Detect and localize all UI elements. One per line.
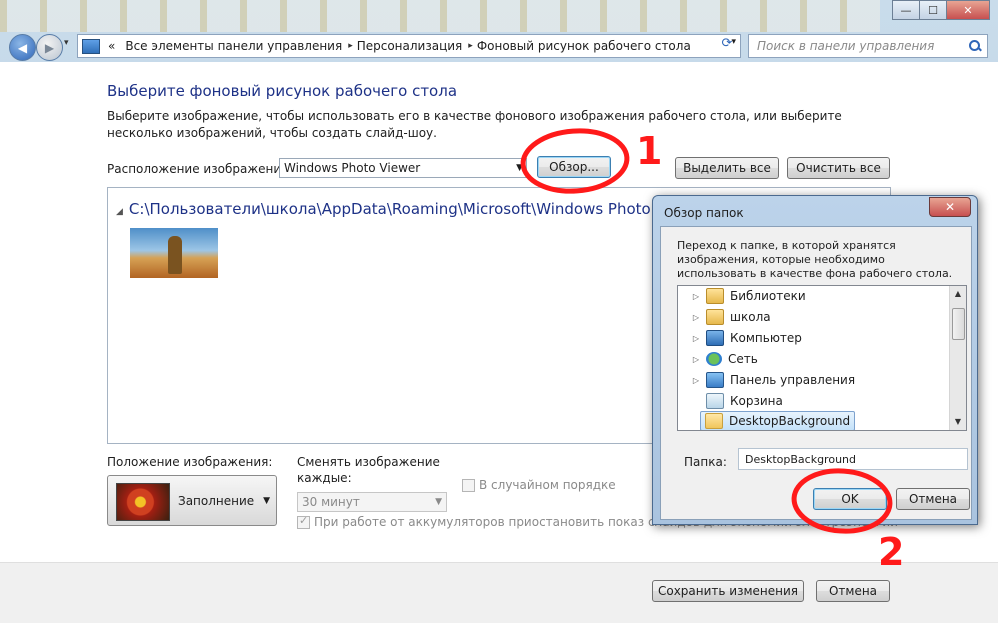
shuffle-option[interactable]: В случайном порядке — [462, 478, 616, 492]
expand-icon[interactable]: ▷ — [690, 313, 702, 322]
fill-preview-icon — [116, 483, 170, 521]
cancel-button[interactable]: Отмена — [816, 580, 890, 602]
recent-pages-dropdown[interactable]: ▾ — [64, 38, 69, 48]
interval-value: 30 минут — [302, 495, 360, 509]
select-all-button[interactable]: Выделить все — [675, 157, 779, 179]
wallpaper-thumbnail[interactable] — [130, 228, 218, 278]
breadcrumb-overflow[interactable]: « — [108, 39, 115, 53]
expand-icon[interactable]: ▷ — [690, 292, 702, 301]
tree-item-label: Корзина — [730, 394, 783, 408]
breadcrumb-separator[interactable]: ▸ — [348, 41, 353, 51]
dialog-body: Переход к папке, в которой хранятся изоб… — [660, 226, 972, 520]
tree-item-recycle-bin[interactable]: Корзина — [678, 391, 783, 411]
expand-icon[interactable]: ▷ — [690, 376, 702, 385]
breadcrumb-personalization[interactable]: Персонализация — [357, 39, 463, 53]
page-description: Выберите изображение, чтобы использовать… — [107, 109, 842, 140]
folder-icon — [705, 413, 723, 429]
refresh-icon[interactable]: ⟳ — [718, 36, 736, 54]
desktop-background-strip — [0, 0, 880, 32]
position-select[interactable]: Заполнение ▼ — [107, 475, 277, 526]
shuffle-label: В случайном порядке — [479, 478, 616, 492]
folder-name-input[interactable]: DesktopBackground — [738, 448, 968, 470]
position-value: Заполнение — [178, 494, 255, 508]
tree-item-computer[interactable]: ▷ Компьютер — [678, 328, 802, 348]
expand-icon[interactable]: ▷ — [690, 355, 702, 364]
tree-item-label: DesktopBackground — [729, 414, 851, 428]
search-placeholder: Поиск в панели управления — [757, 39, 935, 53]
tree-item-control-panel[interactable]: ▷ Панель управления — [678, 370, 855, 390]
save-changes-button[interactable]: Сохранить изменения — [652, 580, 804, 602]
computer-icon — [706, 330, 724, 346]
folder-label: Папка: — [684, 455, 727, 469]
shuffle-checkbox[interactable] — [462, 479, 475, 492]
page-title: Выберите фоновый рисунок рабочего стола — [107, 82, 458, 100]
footer-bar: Сохранить изменения Отмена — [0, 562, 998, 623]
navigation-bar: ◀ ▶ ▾ « Все элементы панели управления ▸… — [0, 32, 998, 62]
folder-path: C:\Пользователи\школа\AppData\Roaming\Mi… — [128, 200, 707, 218]
search-input[interactable]: Поиск в панели управления — [748, 34, 988, 58]
search-icon[interactable] — [969, 40, 981, 52]
scroll-up-icon[interactable]: ▲ — [950, 286, 966, 302]
title-bar: — ☐ ✕ — [0, 0, 998, 32]
folder-tree[interactable]: ▷ Библиотеки ▷ школа ▷ Компьютер ▷ Сеть … — [677, 285, 967, 431]
battery-checkbox[interactable] — [297, 514, 310, 529]
control-panel-window: — ☐ ✕ ◀ ▶ ▾ « Все элементы панели управл… — [0, 0, 998, 623]
interval-select[interactable]: 30 минут ▼ — [297, 492, 447, 512]
ok-button[interactable]: OK — [813, 488, 887, 510]
breadcrumb-desktop-background[interactable]: Фоновый рисунок рабочего стола — [477, 39, 691, 53]
change-interval-label: Сменять изображение каждые: — [297, 455, 440, 485]
location-select[interactable]: Windows Photo Viewer ▼ — [279, 158, 527, 178]
maximize-button[interactable]: ☐ — [919, 0, 947, 20]
close-button[interactable]: ✕ — [946, 0, 990, 20]
tree-item-label: Панель управления — [730, 373, 856, 387]
location-value: Windows Photo Viewer — [284, 161, 421, 175]
dialog-cancel-button[interactable]: Отмена — [896, 488, 970, 510]
address-bar[interactable]: « Все элементы панели управления ▸ Персо… — [77, 34, 741, 58]
library-icon — [706, 288, 724, 304]
chevron-down-icon[interactable]: ▼ — [263, 496, 270, 506]
tree-item-label: Сеть — [728, 352, 758, 366]
tree-item-desktop-background[interactable]: DesktopBackground — [700, 411, 856, 430]
tree-item-label: Компьютер — [730, 331, 802, 345]
forward-button[interactable]: ▶ — [36, 34, 63, 61]
recycle-bin-icon — [706, 393, 724, 409]
position-label: Положение изображения: — [107, 455, 273, 469]
tree-item-label: школа — [730, 310, 771, 324]
dialog-title: Обзор папок — [664, 206, 744, 220]
location-label: Расположение изображения: — [107, 162, 293, 176]
folder-group-header[interactable]: ◢ C:\Пользователи\школа\AppData\Roaming\M… — [116, 200, 706, 218]
breadcrumb-all-items[interactable]: Все элементы панели управления — [125, 39, 342, 53]
control-panel-icon — [82, 38, 100, 54]
dialog-close-button[interactable]: ✕ — [929, 197, 971, 217]
scroll-down-icon[interactable]: ▼ — [950, 414, 966, 430]
tree-item-network[interactable]: ▷ Сеть — [678, 349, 758, 369]
window-controls: — ☐ ✕ — [892, 0, 990, 20]
network-icon — [706, 352, 722, 366]
expand-icon[interactable]: ▷ — [690, 334, 702, 343]
control-panel-icon — [706, 372, 724, 388]
breadcrumb-separator[interactable]: ▸ — [468, 41, 473, 51]
tree-scrollbar[interactable]: ▲ ▼ — [949, 286, 966, 430]
chevron-down-icon[interactable]: ▼ — [516, 163, 523, 173]
minimize-button[interactable]: — — [892, 0, 920, 20]
dialog-description: Переход к папке, в которой хранятся изоб… — [677, 239, 953, 280]
scrollbar-thumb[interactable] — [952, 308, 965, 340]
tree-item-label: Библиотеки — [730, 289, 806, 303]
collapse-icon[interactable]: ◢ — [116, 207, 123, 217]
user-folder-icon — [706, 309, 724, 325]
back-button[interactable]: ◀ — [9, 34, 36, 61]
clear-all-button[interactable]: Очистить все — [787, 157, 890, 179]
chevron-down-icon[interactable]: ▼ — [435, 497, 442, 507]
browse-folder-dialog: Обзор папок ✕ Переход к папке, в которой… — [652, 195, 978, 525]
tree-item-libraries[interactable]: ▷ Библиотеки — [678, 286, 806, 306]
tree-item-user[interactable]: ▷ школа — [678, 307, 771, 327]
browse-button[interactable]: Обзор... — [537, 156, 611, 178]
